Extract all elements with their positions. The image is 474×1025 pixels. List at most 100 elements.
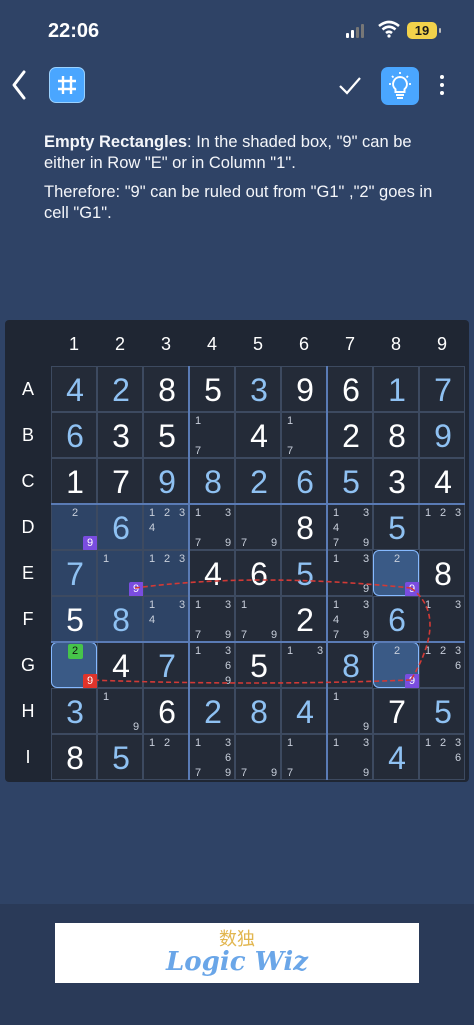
- candidate-3: 3: [362, 736, 370, 749]
- cell-I9[interactable]: 123 6: [419, 734, 465, 780]
- status-time: 22:06: [48, 20, 100, 42]
- cell-A9[interactable]: 7: [419, 366, 465, 412]
- cell-G5[interactable]: 5: [235, 642, 281, 688]
- cell-G2[interactable]: 4: [97, 642, 143, 688]
- cell-I2[interactable]: 5: [97, 734, 143, 780]
- cell-H4[interactable]: 2: [189, 688, 235, 734]
- column-header-8: 8: [390, 334, 401, 354]
- cell-F6[interactable]: 2: [281, 596, 327, 642]
- cell-F9[interactable]: 13: [419, 596, 465, 642]
- cell-F7[interactable]: 13479: [327, 596, 373, 642]
- row-header-H: H: [21, 701, 35, 721]
- cell-C8[interactable]: 3: [373, 458, 419, 504]
- cell-B4[interactable]: 17: [189, 412, 235, 458]
- cell-C5[interactable]: 2: [235, 458, 281, 504]
- candidate-9: 9: [404, 673, 420, 689]
- cell-E3[interactable]: 123: [143, 550, 189, 596]
- cell-H7[interactable]: 19: [327, 688, 373, 734]
- cell-A3[interactable]: 8: [143, 366, 189, 412]
- cell-E2[interactable]: 19: [97, 550, 144, 597]
- cell-C7[interactable]: 5: [327, 458, 373, 504]
- cell-A2[interactable]: 2: [97, 366, 143, 412]
- cell-F4[interactable]: 1379: [189, 596, 235, 642]
- cell-D6[interactable]: 8: [281, 504, 327, 550]
- cell-B9[interactable]: 9: [419, 412, 465, 458]
- cell-E8[interactable]: 29: [373, 550, 420, 597]
- more-menu-icon[interactable]: [437, 72, 447, 102]
- cell-A8[interactable]: 1: [373, 366, 419, 412]
- back-icon[interactable]: [8, 68, 30, 102]
- hint-button[interactable]: [381, 67, 419, 105]
- cell-B7[interactable]: 2: [327, 412, 373, 458]
- cell-C3[interactable]: 9: [143, 458, 189, 504]
- cell-A4[interactable]: 5: [189, 366, 235, 412]
- row-header-D: D: [21, 517, 35, 537]
- cell-value: 7: [388, 694, 406, 730]
- cell-A5[interactable]: 3: [235, 366, 281, 412]
- cell-D4[interactable]: 1 3 7 9: [189, 504, 235, 550]
- cell-H8[interactable]: 7: [373, 688, 419, 734]
- cell-G1[interactable]: 29: [51, 642, 98, 689]
- cell-B6[interactable]: 17: [281, 412, 327, 458]
- cell-value: 3: [66, 694, 84, 730]
- cell-B5[interactable]: 4: [235, 412, 281, 458]
- cell-C9[interactable]: 4: [419, 458, 465, 504]
- cell-A6[interactable]: 9: [281, 366, 327, 412]
- cell-I5[interactable]: 79: [235, 734, 281, 780]
- cell-D7[interactable]: 1 3 4 7 9: [327, 504, 373, 550]
- cell-B1[interactable]: 6: [51, 412, 97, 458]
- cell-A1[interactable]: 4: [51, 366, 97, 412]
- cell-I1[interactable]: 8: [51, 734, 97, 780]
- cell-F3[interactable]: 134: [143, 596, 189, 642]
- cell-H9[interactable]: 5: [419, 688, 465, 734]
- cell-G3[interactable]: 7: [143, 642, 189, 688]
- cell-I4[interactable]: 1 3 6 7 9: [189, 734, 235, 780]
- hash-button[interactable]: [49, 67, 85, 103]
- cell-E4[interactable]: 4: [189, 550, 235, 596]
- cell-F1[interactable]: 5: [51, 596, 97, 642]
- column-header-5: 5: [252, 334, 263, 354]
- cell-D3[interactable]: 1234: [143, 504, 189, 550]
- cell-D9[interactable]: 123: [419, 504, 465, 550]
- cell-H5[interactable]: 8: [235, 688, 281, 734]
- cell-G9[interactable]: 123 6: [419, 642, 465, 688]
- cell-F2[interactable]: 8: [97, 596, 143, 642]
- cell-H6[interactable]: 4: [281, 688, 327, 734]
- cell-I8[interactable]: 4: [373, 734, 419, 780]
- cell-C1[interactable]: 1: [51, 458, 97, 504]
- cell-D2[interactable]: 6: [97, 504, 143, 550]
- cell-G7[interactable]: 8: [327, 642, 373, 688]
- cell-value: 3: [250, 372, 268, 408]
- cell-E9[interactable]: 8: [419, 550, 465, 596]
- cell-H2[interactable]: 19: [97, 688, 143, 734]
- cell-D5[interactable]: 79: [235, 504, 281, 550]
- cell-C6[interactable]: 6: [281, 458, 327, 504]
- cell-value: 9: [296, 372, 314, 408]
- cell-H1[interactable]: 3: [51, 688, 97, 734]
- cell-B8[interactable]: 8: [373, 412, 419, 458]
- cell-G4[interactable]: 1 3 6 9: [189, 642, 235, 688]
- cell-I7[interactable]: 1 3 9: [327, 734, 373, 780]
- cell-A7[interactable]: 6: [327, 366, 373, 412]
- cell-H3[interactable]: 6: [143, 688, 189, 734]
- ad-banner[interactable]: 数独 Logic Wiz: [55, 923, 419, 983]
- cell-F5[interactable]: 179: [235, 596, 281, 642]
- cell-C2[interactable]: 7: [97, 458, 143, 504]
- cell-B3[interactable]: 5: [143, 412, 189, 458]
- cell-I3[interactable]: 12: [143, 734, 189, 780]
- cell-C4[interactable]: 8: [189, 458, 235, 504]
- cell-D1[interactable]: 29: [51, 504, 98, 551]
- candidate-9: 9: [128, 581, 144, 597]
- cell-E5[interactable]: 6: [235, 550, 281, 596]
- cell-D8[interactable]: 5: [373, 504, 419, 550]
- cell-E1[interactable]: 7: [51, 550, 97, 596]
- cell-G8[interactable]: 29: [373, 642, 420, 689]
- candidate-1: 1: [332, 506, 340, 519]
- cell-E7[interactable]: 1 3 9: [327, 550, 373, 596]
- cell-I6[interactable]: 17: [281, 734, 327, 780]
- cell-F8[interactable]: 6: [373, 596, 419, 642]
- cell-G6[interactable]: 13: [281, 642, 327, 688]
- cell-B2[interactable]: 3: [97, 412, 143, 458]
- check-icon[interactable]: [338, 74, 362, 96]
- cell-E6[interactable]: 5: [281, 550, 327, 596]
